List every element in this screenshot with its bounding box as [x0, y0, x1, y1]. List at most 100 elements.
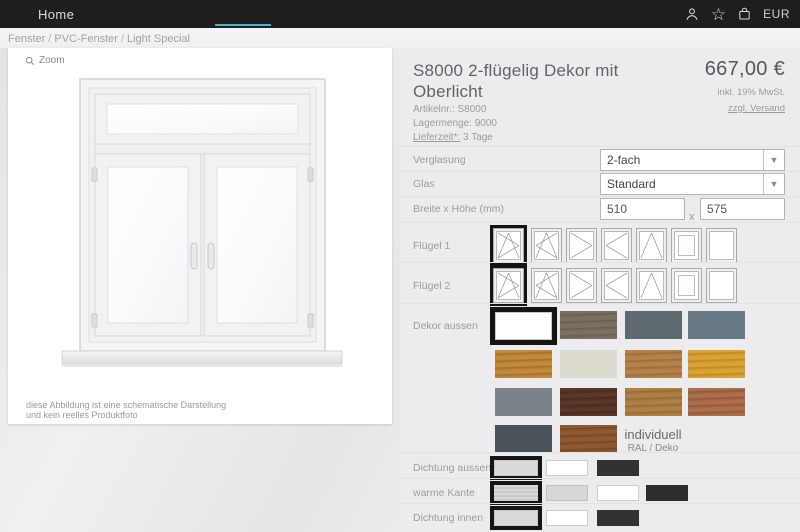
window-type-dreh-kipp-links-icon[interactable]	[490, 225, 527, 266]
delivery-link[interactable]: Lieferzeit*:	[413, 132, 460, 143]
dichtung-innen-swatch-grau[interactable]	[490, 506, 542, 530]
dichtung-innen-swatch-schwarz[interactable]	[597, 510, 639, 526]
window-type-dreh-links-icon[interactable]	[601, 228, 632, 263]
delivery: Lieferzeit*: 3 Tage	[413, 132, 493, 143]
label-dichtung-innen: Dichtung innen	[413, 512, 483, 524]
height-input[interactable]	[700, 198, 785, 220]
label-warme-kante: warme Kante	[413, 487, 475, 499]
header-actions: ☆ EUR	[684, 6, 800, 23]
warme-kante-swatch-schwarz[interactable]	[646, 485, 688, 501]
favorites-star-icon[interactable]: ☆	[711, 6, 726, 23]
image-caption-line1: diese Abbildung ist eine schematische Da…	[26, 400, 226, 410]
seal-swatch-color	[494, 485, 538, 501]
product-title-line2: Oberlicht	[413, 81, 663, 102]
row-separator	[400, 222, 800, 223]
chevron-down-icon: ▼	[763, 174, 784, 194]
dekor-swatch-eiche-natur[interactable]	[625, 388, 682, 416]
fluegel2-options	[490, 265, 737, 306]
window-type-festverglasung-icon[interactable]	[706, 268, 737, 303]
dekor-swatch-cremeweiss[interactable]	[560, 350, 617, 378]
top-bar: Home ☆ EUR	[0, 0, 800, 28]
row-separator	[400, 146, 800, 147]
dekor-swatch-eiche-hell[interactable]	[625, 350, 682, 378]
breadcrumb-item[interactable]: PVC-Fenster	[54, 33, 118, 45]
zoom-label: Zoom	[39, 55, 65, 66]
dekor-swatch-color	[495, 312, 552, 340]
product-image-card: Zoom	[8, 48, 392, 424]
row-separator	[400, 262, 800, 263]
page: Home ☆ EUR Fenster/PVC-Fenster/Light Spe…	[0, 0, 800, 532]
dekor-swatch-honig-eiche[interactable]	[688, 350, 745, 378]
window-type-kipp-icon[interactable]	[636, 228, 667, 263]
product-title: S8000 2-flügelig Dekor mit Oberlicht	[413, 60, 663, 102]
dekor-swatch-teak[interactable]	[560, 425, 617, 453]
row-separator	[400, 478, 800, 479]
window-type-fest-im-fluegel-icon[interactable]	[671, 228, 702, 263]
zoom-button[interactable]: Zoom	[25, 55, 65, 66]
verglasung-select[interactable]: 2-fach ▼	[600, 149, 785, 171]
window-type-kipp-icon[interactable]	[636, 268, 667, 303]
window-type-dreh-rechts-icon[interactable]	[566, 228, 597, 263]
window-type-fest-im-fluegel-icon[interactable]	[671, 268, 702, 303]
warme-kante-swatch-aluminium[interactable]	[490, 481, 542, 505]
stock: Lagermenge: 9000	[413, 118, 497, 129]
home-menu[interactable]: Home	[0, 7, 74, 22]
label-size: Breite x Höhe (mm)	[413, 203, 504, 215]
window-type-dreh-kipp-rechts-icon[interactable]	[531, 268, 562, 303]
label-fluegel1: Flügel 1	[413, 240, 450, 252]
dichtung-aussen-swatch-grau[interactable]	[490, 456, 542, 480]
dekor-swatch-golden-oak[interactable]	[495, 350, 552, 378]
dichtung-innen-swatch-weiss[interactable]	[546, 510, 588, 526]
window-type-festverglasung-icon[interactable]	[706, 228, 737, 263]
warme-kante-swatch-grau[interactable]	[546, 485, 588, 501]
breadcrumb-item[interactable]: Light Special	[127, 33, 190, 45]
window-type-dreh-rechts-icon[interactable]	[566, 268, 597, 303]
row-separator	[400, 452, 800, 453]
breadcrumb-separator: /	[118, 33, 127, 45]
dekor-swatch-anthrazit[interactable]	[495, 425, 552, 453]
row-separator	[400, 503, 800, 504]
glas-select[interactable]: Standard ▼	[600, 173, 785, 195]
dichtung-aussen-swatch-schwarz[interactable]	[597, 460, 639, 476]
sku: Artikelnr.: S8000	[413, 104, 486, 115]
dekor-swatch-silbergrau[interactable]	[495, 388, 552, 416]
delivery-value: 3 Tage	[460, 132, 493, 143]
product-title-line1: S8000 2-flügelig Dekor mit	[413, 60, 663, 81]
window-type-dreh-links-icon[interactable]	[601, 268, 632, 303]
glas-value: Standard	[601, 177, 763, 191]
dekor-swatch-nussbaum-dunkel[interactable]	[560, 388, 617, 416]
label-verglasung: Verglasung	[413, 154, 466, 166]
cart-bag-icon[interactable]	[737, 6, 752, 22]
window-illustration	[48, 72, 348, 372]
window-type-dreh-kipp-rechts-icon[interactable]	[531, 228, 562, 263]
verglasung-value: 2-fach	[601, 153, 763, 167]
currency-selector[interactable]: EUR	[763, 7, 790, 21]
accent-underline	[215, 24, 271, 26]
window-type-dreh-kipp-links-icon[interactable]	[490, 265, 527, 306]
label-dichtung-aussen: Dichtung aussen	[413, 462, 491, 474]
row-separator	[400, 303, 800, 304]
chevron-down-icon: ▼	[763, 150, 784, 170]
warme-kante-swatch-weiss[interactable]	[597, 485, 639, 501]
account-icon[interactable]	[684, 6, 700, 22]
dekor-swatch-basaltgrau[interactable]	[625, 311, 682, 339]
width-input[interactable]	[600, 198, 685, 220]
dekor-swatch-blaugrau[interactable]	[688, 311, 745, 339]
breadcrumb-item[interactable]: Fenster	[8, 33, 45, 45]
label-fluegel2: Flügel 2	[413, 280, 450, 292]
breadcrumb: Fenster/PVC-Fenster/Light Special	[8, 33, 190, 45]
dekor-swatch-eiche-grau[interactable]	[560, 311, 617, 339]
shipping-link[interactable]: zzgl. Versand	[705, 103, 785, 114]
label-glas: Glas	[413, 178, 435, 190]
row-separator	[400, 171, 800, 172]
breadcrumb-separator: /	[45, 33, 54, 45]
dekor-swatch-weiss[interactable]	[490, 307, 557, 345]
seal-swatch-color	[494, 460, 538, 476]
label-dekor-aussen: Dekor aussen	[413, 320, 478, 332]
seal-swatch-color	[494, 510, 538, 526]
dekor-swatch-kirschbaum[interactable]	[688, 388, 745, 416]
dichtung-aussen-swatch-weiss[interactable]	[546, 460, 588, 476]
image-caption-line2: und kein reelles Produktfoto	[26, 410, 138, 420]
configurator-panel: S8000 2-flügelig Dekor mit Oberlicht 667…	[400, 48, 800, 532]
tax-note: inkl. 19% MwSt.	[705, 87, 785, 98]
